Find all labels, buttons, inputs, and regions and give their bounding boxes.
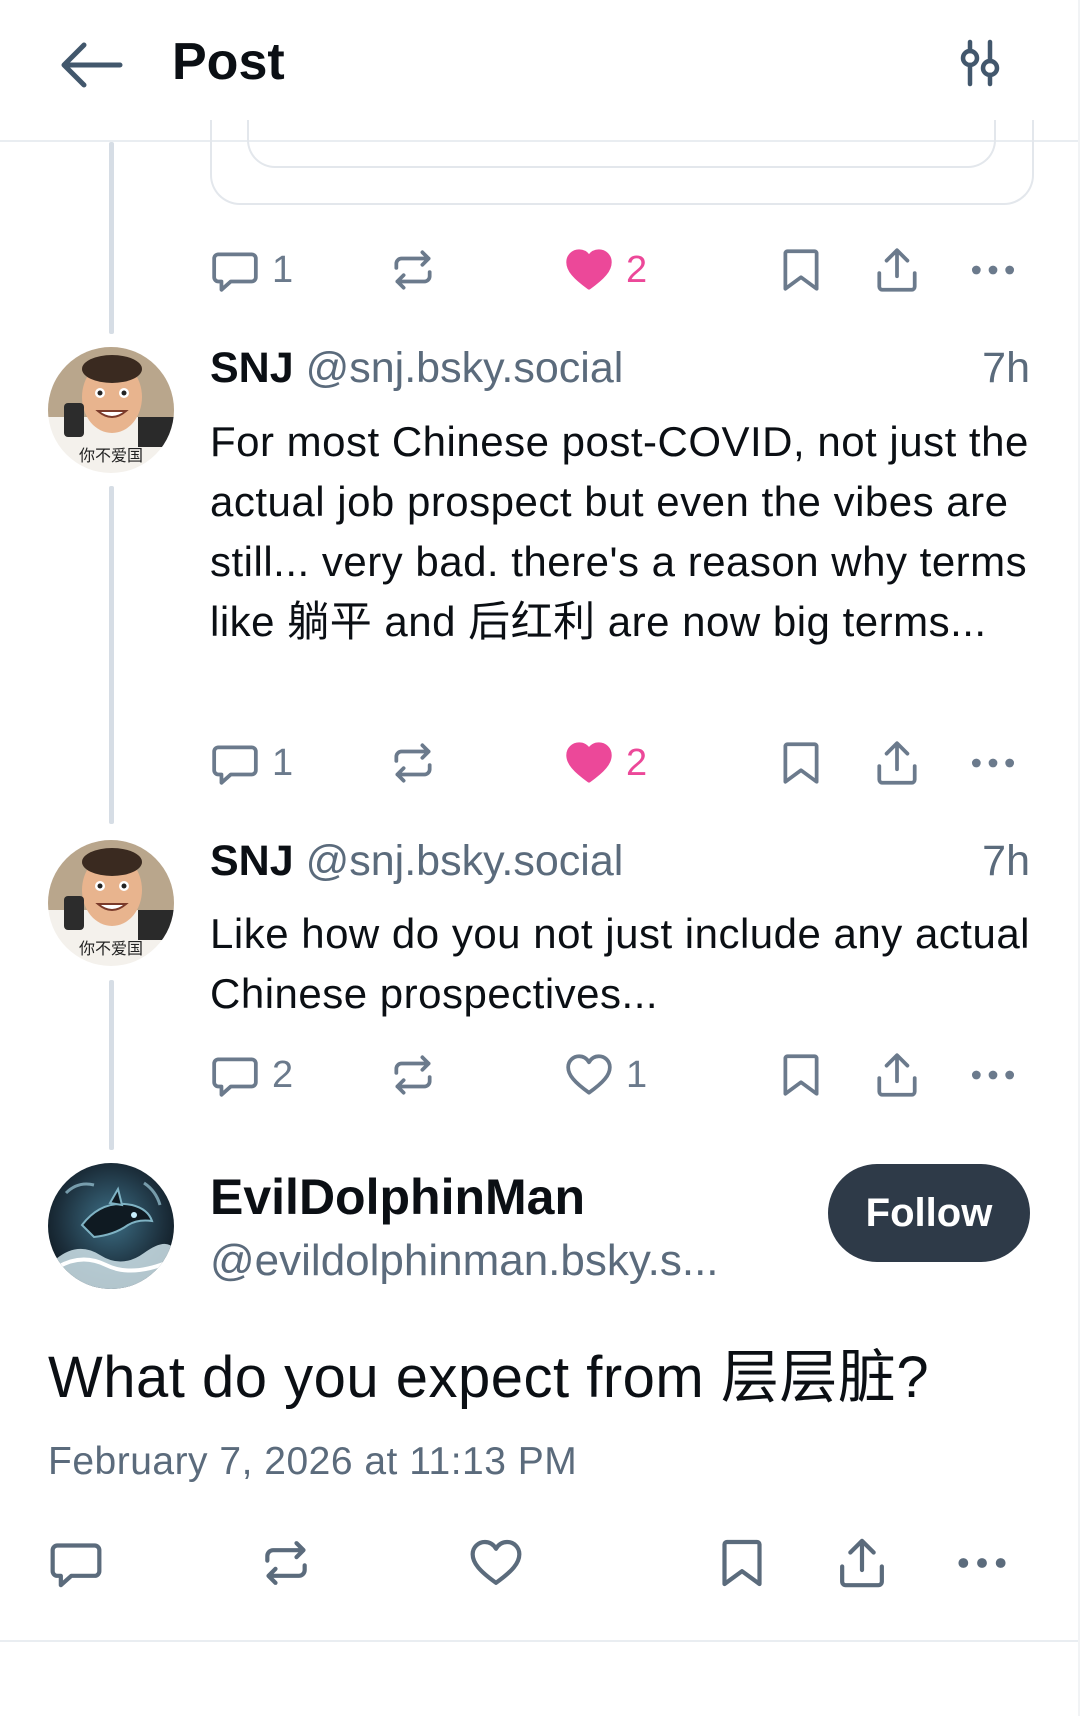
back-arrow-icon [61,42,123,88]
like-count: 2 [626,248,648,291]
bookmark-icon [714,1535,770,1591]
repost-icon [388,245,438,295]
thread-line [109,486,114,824]
post-actions: 1 2 [210,735,1020,791]
back-button[interactable] [58,40,124,90]
author-name[interactable]: SNJ [210,344,294,392]
repost-icon [388,1050,438,1100]
page-title: Post [172,33,285,91]
reply-button[interactable]: 1 [210,242,293,298]
avatar-image [48,1163,174,1289]
bookmark-button[interactable] [776,1047,826,1103]
like-button[interactable]: 1 [564,1047,647,1103]
heart-icon [564,738,614,788]
reply-icon [210,245,260,295]
avatar[interactable]: 你不爱国 [48,347,174,473]
main-post-actions [48,1535,1018,1597]
post-author-line: SNJ @snj.bsky.social [210,344,623,393]
post-text: Like how do you not just include any act… [210,910,1031,1017]
more-icon [968,1050,1018,1100]
main-author-name[interactable]: EvilDolphinMan [210,1168,585,1226]
avatar[interactable]: 你不爱国 [48,840,174,966]
share-button[interactable] [872,1047,922,1103]
bookmark-icon [776,245,826,295]
like-count: 1 [626,1053,648,1096]
more-options-button[interactable] [968,1047,1018,1103]
post-actions: 2 1 [210,1047,1020,1103]
repost-icon [258,1535,314,1591]
bookmark-button[interactable] [714,1535,770,1591]
reply-icon [210,738,260,788]
more-icon [968,738,1018,788]
heart-icon [468,1535,524,1591]
main-post-avatar[interactable] [48,1163,174,1289]
share-icon [834,1535,890,1591]
follow-button[interactable]: Follow [828,1164,1030,1262]
share-icon [872,738,922,788]
like-button[interactable]: 2 [564,735,647,791]
author-handle[interactable]: @snj.bsky.social [306,837,624,885]
more-options-button[interactable] [968,242,1018,298]
author-handle[interactable]: @snj.bsky.social [306,344,624,392]
bookmark-icon [776,738,826,788]
post-time[interactable]: 7h [982,837,1030,886]
avatar-image: 你不爱国 [48,347,174,473]
reply-icon [210,1050,260,1100]
main-post-text: What do you expect from 层层脏? [48,1345,930,1410]
avatar-caption: 你不爱国 [79,939,143,958]
bookmark-icon [776,1050,826,1100]
post-author-line: SNJ @snj.bsky.social [210,837,623,886]
thread-line [109,980,114,1150]
like-button[interactable] [468,1535,524,1591]
quote-embed-inner [247,120,996,168]
reply-button[interactable]: 1 [210,735,293,791]
bookmark-button[interactable] [776,735,826,791]
filter-sliders-icon [960,39,1000,87]
more-icon [968,245,1018,295]
like-button[interactable]: 2 [564,242,647,298]
share-button[interactable] [872,735,922,791]
parent-post-actions: 1 2 [210,242,1020,298]
more-options-button[interactable] [954,1535,1010,1591]
main-author-handle[interactable]: @evildolphinman.bsky.s... [210,1236,719,1286]
main-post-date: February 7, 2026 at 11:13 PM [48,1440,578,1483]
heart-icon [564,1050,614,1100]
repost-button[interactable] [388,1047,438,1103]
reply-icon [48,1535,104,1591]
more-icon [954,1535,1010,1591]
like-count: 2 [626,741,648,784]
share-icon [872,245,922,295]
post-text: For most Chinese post-COVID, not just th… [210,418,1029,645]
bookmark-button[interactable] [776,242,826,298]
reply-button[interactable] [48,1535,104,1591]
reply-count: 1 [272,248,294,291]
reply-count: 2 [272,1053,294,1096]
share-button[interactable] [872,242,922,298]
avatar-caption: 你不爱国 [79,446,143,465]
author-name[interactable]: SNJ [210,837,294,885]
more-options-button[interactable] [968,735,1018,791]
repost-button[interactable] [258,1535,314,1591]
reply-button[interactable]: 2 [210,1047,293,1103]
share-icon [872,1050,922,1100]
thread-line [109,142,114,334]
thread-settings-button[interactable] [955,38,1005,88]
divider [0,1640,1080,1642]
reply-count: 1 [272,741,294,784]
share-button[interactable] [834,1535,890,1591]
avatar-image: 你不爱国 [48,840,174,966]
heart-icon [564,245,614,295]
repost-icon [388,738,438,788]
repost-button[interactable] [388,735,438,791]
post-time[interactable]: 7h [982,344,1030,393]
repost-button[interactable] [388,242,438,298]
